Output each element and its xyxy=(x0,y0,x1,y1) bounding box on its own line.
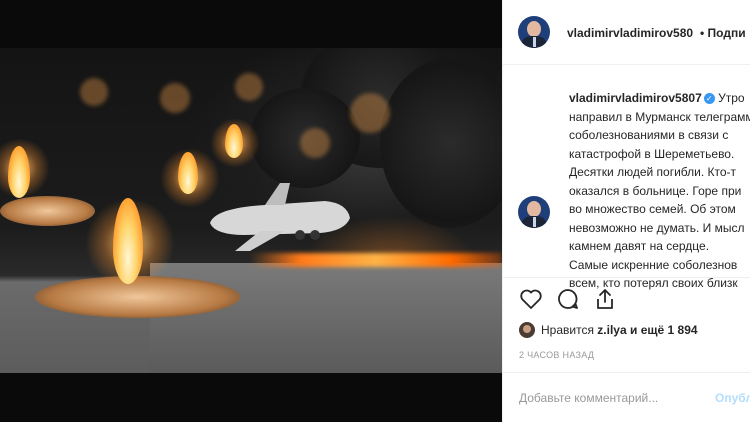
likes-count[interactable]: и ещё 1 894 xyxy=(630,323,698,337)
caption-line: Десятки людей погибли. Кто-т xyxy=(569,165,737,179)
caption-avatar[interactable] xyxy=(518,196,550,228)
likes-summary: Нравится z.ilya и ещё 1 894 xyxy=(519,322,698,338)
liker-avatar[interactable] xyxy=(519,322,535,338)
caption-line: направил в Мурманск телеграмм xyxy=(569,109,750,124)
smoke xyxy=(380,58,502,228)
caption-line: Утро xyxy=(718,91,745,105)
caption-line: камнем давят на сердце. xyxy=(569,239,710,253)
candle xyxy=(0,196,95,226)
divider xyxy=(503,277,750,278)
caption-line: невозможно не думать. И мысл xyxy=(569,220,745,235)
caption-username[interactable]: vladimirvladimirov5807 xyxy=(569,91,702,105)
likes-prefix: Нравится xyxy=(541,323,594,337)
author-avatar[interactable] xyxy=(518,16,550,48)
caption-line: оказался в больнице. Горе при xyxy=(569,183,742,198)
bokeh xyxy=(350,93,390,133)
post-caption: vladimirvladimirov5807 ✓ Утро направил в … xyxy=(569,89,750,293)
bokeh xyxy=(80,78,108,106)
share-icon[interactable] xyxy=(594,287,616,311)
runway xyxy=(150,263,502,373)
author-username[interactable]: vladimirvladimirov580 xyxy=(567,26,693,40)
bokeh xyxy=(300,128,330,158)
post-timestamp[interactable]: 2 ЧАСОВ НАЗАД xyxy=(519,350,594,360)
liker-username[interactable]: z.ilya xyxy=(597,323,626,337)
caption-line: во множество семей. Об этом xyxy=(569,202,736,216)
fire xyxy=(250,253,502,267)
post-image[interactable] xyxy=(0,48,502,373)
comment-input[interactable]: Добавьте комментарий... xyxy=(519,391,699,405)
verified-badge-icon: ✓ xyxy=(703,93,715,104)
caption-line: катастрофой в Шереметьево. xyxy=(569,146,735,161)
heart-icon[interactable] xyxy=(519,288,543,310)
post-comment-button[interactable]: Опубл xyxy=(715,391,750,405)
follow-button[interactable]: • Подпи xyxy=(700,26,746,40)
caption-line: соболезнованиями в связи с xyxy=(569,128,729,142)
candle-flame xyxy=(225,124,243,158)
airplane xyxy=(210,183,350,251)
caption-line: Самые искренние соболезнов xyxy=(569,257,738,272)
post-image-pane xyxy=(0,0,502,422)
comment-icon[interactable] xyxy=(556,287,580,311)
post-header: vladimirvladimirov580 • Подпи xyxy=(503,0,750,65)
divider xyxy=(503,372,750,373)
candle-flame xyxy=(178,152,198,194)
post-panel: vladimirvladimirov580 • Подпи vladimirvl… xyxy=(502,0,750,422)
bokeh xyxy=(160,83,190,113)
bokeh xyxy=(235,73,263,101)
